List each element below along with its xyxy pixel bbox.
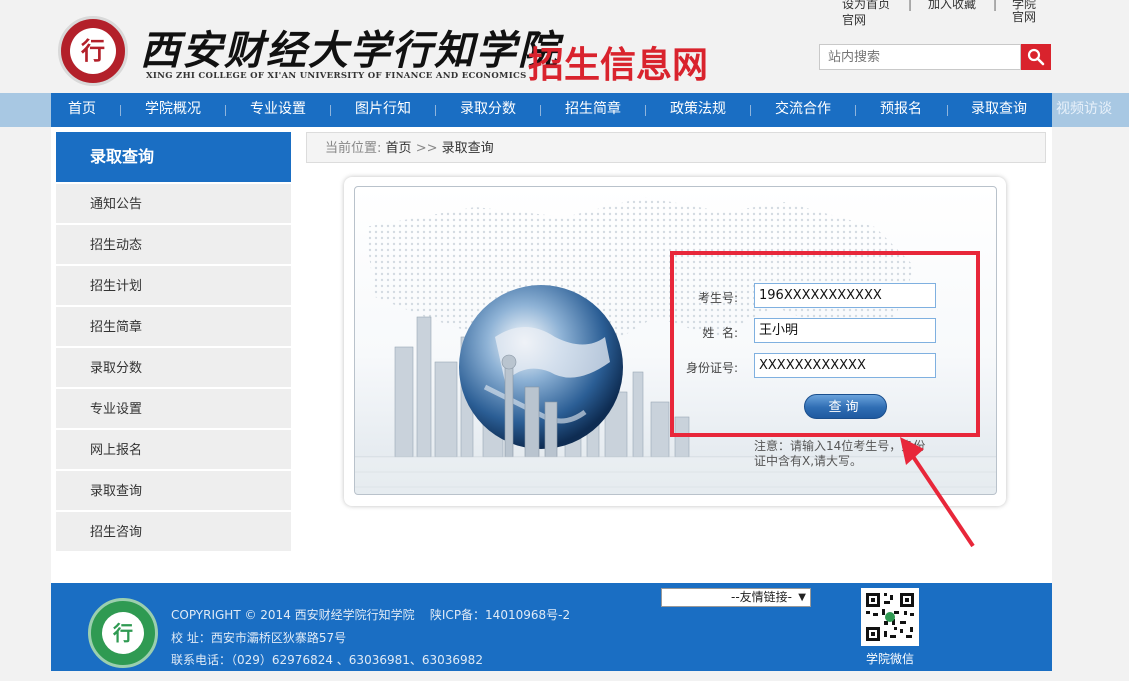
sidebar-item-consult[interactable]: 招生咨询 (56, 512, 291, 551)
sidebar-item-notices[interactable]: 通知公告 (56, 184, 291, 223)
nav-divider (120, 105, 121, 116)
nav-preregister[interactable]: 预报名 (880, 93, 922, 127)
sidebar-item-brochure[interactable]: 招生简章 (56, 307, 291, 346)
sidebar-item-online-apply[interactable]: 网上报名 (56, 430, 291, 469)
sidebar-item-scores[interactable]: 录取分数 (56, 348, 291, 387)
dropdown-arrow-icon: ▼ (798, 592, 806, 603)
footer-copyright: COPYRIGHT © 2014 西安财经学院行知学院 陕ICP备：140109… (171, 608, 571, 622)
main-nav: 首页 学院概况 专业设置 图片行知 录取分数 招生简章 政策法规 交流合作 预报… (51, 93, 1052, 127)
divider: | (993, 0, 998, 11)
nav-divider (645, 105, 646, 116)
friend-links-select[interactable]: --友情链接- ▼ (661, 588, 811, 607)
footer-address: 校 址：西安市灞桥区狄寨路57号 (171, 631, 347, 645)
college-site-link-wrap[interactable]: 官网 (842, 11, 866, 28)
nav-policy[interactable]: 政策法规 (670, 93, 726, 127)
breadcrumb: 当前位置: 首页 >> 录取查询 (306, 132, 1046, 163)
divider: | (908, 0, 913, 11)
search-button[interactable] (1021, 44, 1051, 70)
sidebar-item-plan[interactable]: 招生计划 (56, 266, 291, 305)
breadcrumb-home-link[interactable]: 首页 (386, 141, 412, 156)
nav-home[interactable]: 首页 (68, 93, 96, 127)
nav-about[interactable]: 学院概况 (145, 93, 201, 127)
college-site-link[interactable]: 学院官网 (1012, 0, 1040, 24)
nav-divider (330, 105, 331, 116)
sidebar-menu: 通知公告 招生动态 招生计划 招生简章 录取分数 专业设置 网上报名 录取查询 … (56, 184, 291, 553)
breadcrumb-current: 录取查询 (441, 141, 494, 156)
add-favorite-link[interactable]: 加入收藏 (928, 0, 976, 11)
nav-majors[interactable]: 专业设置 (250, 93, 306, 127)
emblem-glyph: 行 (70, 28, 116, 74)
nav-divider (435, 105, 436, 116)
nav-divider (750, 105, 751, 116)
college-name-cn: 西安财经大学行知学院 (140, 27, 560, 74)
sidebar-item-news[interactable]: 招生动态 (56, 225, 291, 264)
college-emblem-logo[interactable]: 行 (58, 16, 128, 86)
highlight-box (670, 251, 980, 437)
nav-divider (540, 105, 541, 116)
search-box (819, 44, 1051, 70)
college-name-en: XING ZHI COLLEGE OF XI'AN UNIVERSITY OF … (146, 71, 527, 81)
nav-brochure[interactable]: 招生简章 (565, 93, 621, 127)
site-title: 招生信息网 (528, 45, 709, 86)
nav-bar-background: 首页 学院概况 专业设置 图片行知 录取分数 招生简章 政策法规 交流合作 预报… (0, 93, 1129, 127)
nav-photos[interactable]: 图片行知 (355, 93, 411, 127)
search-input[interactable] (819, 44, 1021, 70)
footer-logo-glyph: 行 (102, 612, 144, 654)
nav-divider (225, 105, 226, 116)
search-icon (1027, 48, 1045, 66)
qr-code-icon (864, 591, 916, 643)
nav-admission-query[interactable]: 录取查询 (971, 93, 1027, 127)
nav-video-interview[interactable]: 视频访谈 (1056, 93, 1112, 127)
breadcrumb-separator: >> (415, 141, 438, 156)
sidebar-item-majors[interactable]: 专业设置 (56, 389, 291, 428)
nav-divider (947, 105, 948, 116)
pointer-arrow-icon (900, 437, 975, 548)
wechat-qr-code (861, 588, 919, 646)
nav-scores[interactable]: 录取分数 (460, 93, 516, 127)
set-homepage-link[interactable]: 设为首页 (842, 0, 890, 11)
footer-phone: 联系电话：（029）62976824 、63036981、63036982 (171, 653, 483, 667)
nav-divider (855, 105, 856, 116)
qr-caption: 学院微信 (866, 652, 915, 666)
nav-exchange[interactable]: 交流合作 (775, 93, 831, 127)
breadcrumb-label: 当前位置: (325, 141, 382, 156)
friend-links-selected: --友情链接- (731, 590, 792, 604)
footer-college-logo: 行 (88, 598, 158, 668)
sidebar-title: 录取查询 (56, 132, 291, 182)
sidebar-item-admission-query[interactable]: 录取查询 (56, 471, 291, 510)
